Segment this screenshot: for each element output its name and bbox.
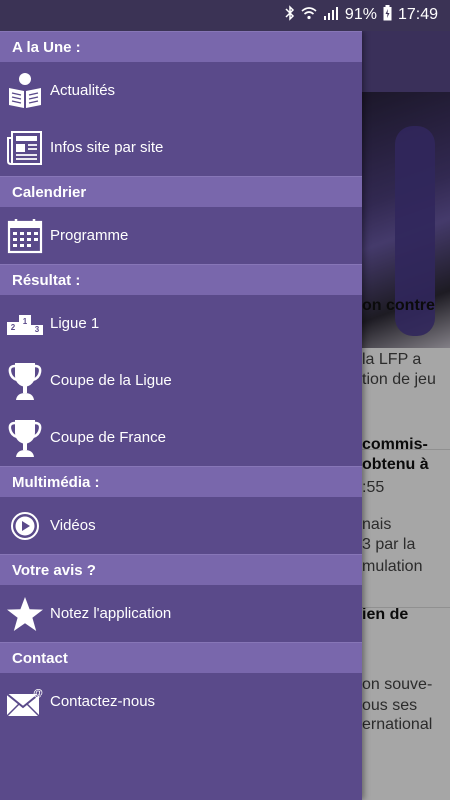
newspaper-icon [6,128,44,168]
section-header: A la Une : [0,31,362,62]
menu-item-label: Infos site par site [50,139,164,156]
section-header: Contact [0,642,362,673]
battery-percent: 91% [344,5,377,23]
section-header: Votre avis ? [0,554,362,585]
menu-item-label: Contactez-nous [50,693,156,710]
status-bar: 91% 17:49 [0,0,450,31]
star-icon [6,594,44,634]
signal-icon [323,6,339,23]
section-header: Résultat : [0,264,362,295]
calendar-icon [6,216,44,256]
menu-item-programme[interactable]: Programme [0,207,362,264]
trophy-icon [6,361,44,401]
menu-item-label: Vidéos [50,517,96,534]
section-header: Multimédia : [0,466,362,497]
mail-icon: @ [6,682,44,722]
reader-icon [6,71,44,111]
menu-item-coupe-de-la-ligue[interactable]: Coupe de la Ligue [0,352,362,409]
navigation-drawer: A la Une : Actualités Infos site par site C… [0,31,362,800]
section-header: Calendrier [0,176,362,207]
svg-text:@: @ [33,688,43,699]
menu-item-actualites[interactable]: Actualités [0,62,362,119]
clock: 17:49 [397,5,438,23]
podium-icon: 12 3 [6,304,44,344]
menu-item-ligue-1[interactable]: 1 2 3 Ligue 1 [0,295,362,352]
menu-item-label: Coupe de France [50,429,166,446]
svg-text:3: 3 [35,325,40,334]
status-icons: 91% 17:49 [285,5,438,24]
menu-item-videos[interactable]: Vidéos [0,497,362,554]
wifi-icon [301,6,317,23]
battery-icon [383,5,392,24]
menu-item-notez-l-application[interactable]: Notez l'application [0,585,362,642]
menu-item-label: Actualités [50,82,116,99]
menu-item-infos-site-par-site[interactable]: Infos site par site [0,119,362,176]
menu-item-label: Ligue 1 [50,315,100,332]
menu-item-contactez-nous[interactable]: @ Contactez-nous [0,673,362,730]
play-icon [6,506,44,546]
svg-text:2: 2 [11,323,16,332]
menu-item-label: Notez l'application [50,605,172,622]
menu-item-coupe-de-france[interactable]: Coupe de France [0,409,362,466]
svg-text:1: 1 [23,317,28,326]
trophy-icon [6,418,44,458]
menu-item-label: Programme [50,227,129,244]
bluetooth-icon [285,5,295,24]
menu-item-label: Coupe de la Ligue [50,372,172,389]
